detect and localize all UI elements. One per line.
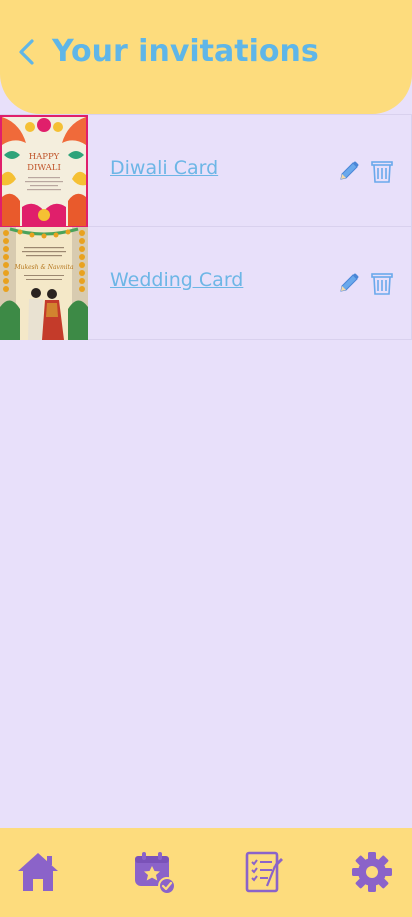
diwali-thumb-line2: DIWALI <box>27 163 61 173</box>
diwali-card-thumbnail[interactable]: HAPPY DIWALI <box>0 115 88 228</box>
invitation-list: HAPPY DIWALI Diwali Card Mukesh & Navmit… <box>0 114 412 340</box>
wedding-thumb-names: Mukesh & Navmita <box>13 264 74 271</box>
chevron-left-icon <box>19 39 34 65</box>
invitation-row-wedding: Mukesh & Navmita Wedding Card <box>0 227 412 340</box>
app-header: Your invitations <box>0 0 412 114</box>
page-title: Your invitations <box>52 34 319 69</box>
diwali-thumb-line1: HAPPY <box>29 152 60 162</box>
back-button[interactable] <box>12 36 42 68</box>
delete-button[interactable] <box>371 272 393 296</box>
calendar-star-check-icon <box>135 852 176 895</box>
nav-home-button[interactable] <box>16 850 60 894</box>
delete-button[interactable] <box>371 160 393 184</box>
edit-button[interactable] <box>338 272 360 294</box>
pencil-icon <box>340 161 359 180</box>
invitation-title-link[interactable]: Wedding Card <box>110 269 243 291</box>
nav-events-button[interactable] <box>133 850 177 895</box>
trash-icon <box>371 273 393 295</box>
wedding-card-thumbnail[interactable]: Mukesh & Navmita <box>0 227 88 340</box>
invitation-title-link[interactable]: Diwali Card <box>110 157 218 179</box>
pencil-icon <box>340 273 359 292</box>
home-icon <box>18 853 58 891</box>
trash-icon <box>371 161 393 183</box>
gear-icon <box>352 852 392 892</box>
invitation-row-diwali: HAPPY DIWALI Diwali Card <box>0 114 412 228</box>
checklist-icon <box>245 851 283 893</box>
edit-button[interactable] <box>338 160 360 182</box>
nav-settings-button[interactable] <box>350 850 394 894</box>
nav-tasks-button[interactable] <box>241 850 285 894</box>
bottom-navigation <box>0 828 412 917</box>
